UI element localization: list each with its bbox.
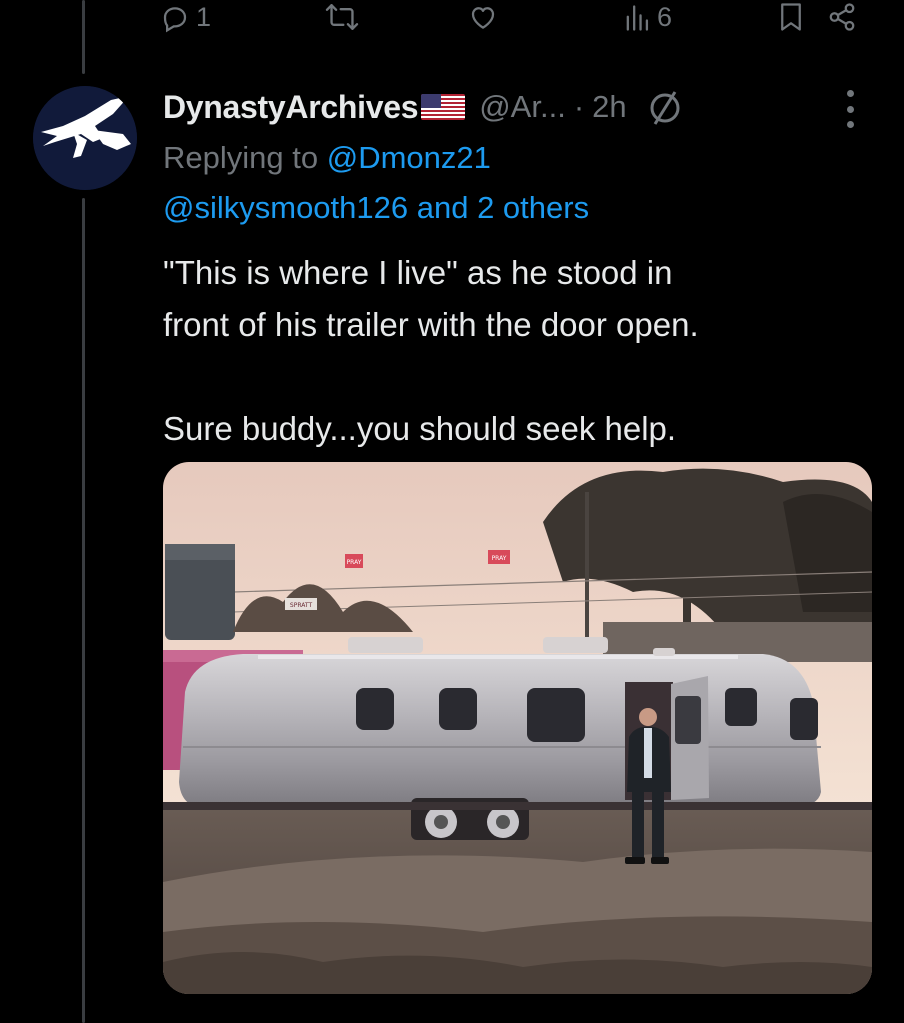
avatar-logo-icon <box>33 86 137 190</box>
display-name[interactable]: DynastyArchives <box>163 89 419 126</box>
replying-to-line: Replying to @Dmonz21 <box>163 140 491 176</box>
tweet-text: "This is where I live" as he stood in fr… <box>163 247 863 455</box>
share-icon <box>826 2 858 32</box>
heart-icon <box>468 2 498 32</box>
views-icon <box>625 4 651 32</box>
more-icon[interactable] <box>844 90 856 128</box>
bookmark-icon <box>779 2 803 32</box>
reply-icon <box>160 3 190 33</box>
tweet-header: DynastyArchives @Ar... · 2h <box>163 82 863 132</box>
svg-text:PRAY: PRAY <box>492 555 507 562</box>
tweet-text-line: "This is where I live" as he stood in <box>163 254 673 291</box>
retweet-icon <box>325 2 359 32</box>
svg-text:SPRATT: SPRATT <box>290 602 313 609</box>
no-sign-icon <box>645 87 685 127</box>
thread-line-bottom <box>82 198 85 1023</box>
replying-others-link[interactable]: @silkysmooth126 and 2 others <box>163 190 589 226</box>
reply-count: 1 <box>196 2 212 32</box>
handle[interactable]: @Ar... <box>479 89 566 125</box>
timestamp[interactable]: 2h <box>592 89 626 125</box>
previous-tweet-action-bar: 1 6 <box>0 0 904 40</box>
tweet-media-image[interactable]: PRAY PRAY SPRATT <box>163 462 872 994</box>
share-button[interactable] <box>826 2 858 32</box>
mention-link[interactable]: @Dmonz21 <box>327 140 491 175</box>
svg-text:PRAY: PRAY <box>347 559 362 566</box>
views-button[interactable]: 6 <box>625 2 672 33</box>
us-flag-icon <box>421 94 466 120</box>
views-count: 6 <box>657 2 673 32</box>
tweet-text-line: front of his trailer with the door open. <box>163 306 699 343</box>
avatar[interactable] <box>33 86 137 190</box>
reply-button[interactable]: 1 <box>160 2 211 33</box>
replying-prefix: Replying to <box>163 140 319 175</box>
like-button[interactable] <box>468 2 504 32</box>
trailer-photo: PRAY PRAY SPRATT <box>163 462 872 994</box>
separator-dot: · <box>573 89 585 124</box>
retweet-button[interactable] <box>325 2 365 32</box>
bookmark-button[interactable] <box>779 2 803 32</box>
tweet-text-line: Sure buddy...you should seek help. <box>163 410 677 447</box>
